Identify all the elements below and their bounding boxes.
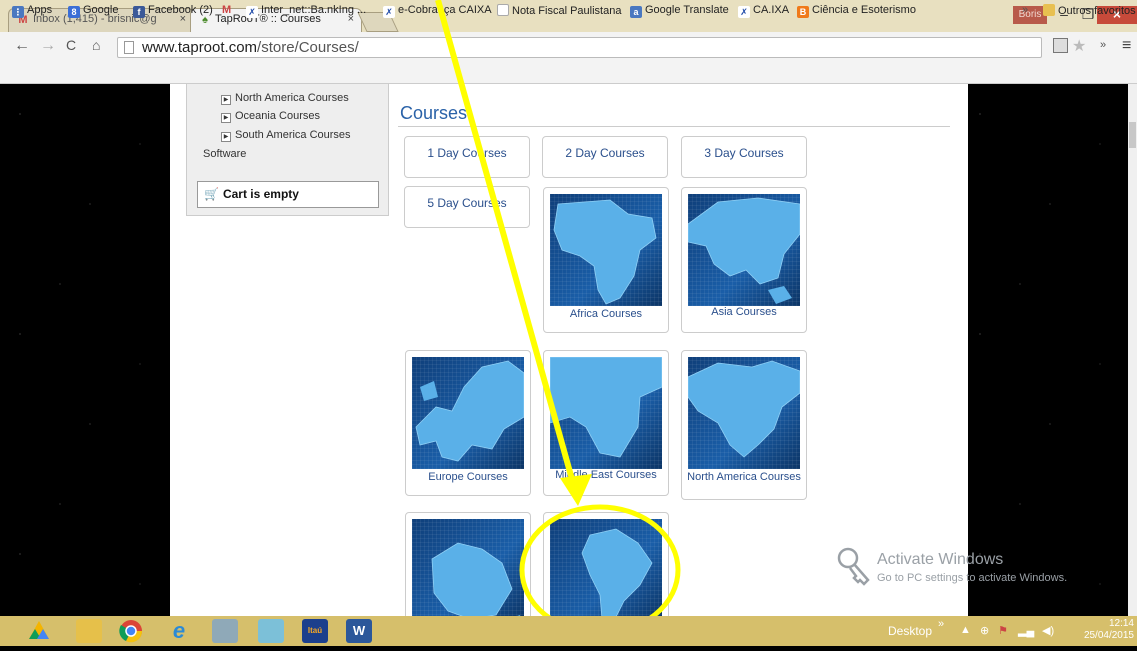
bookmark-google[interactable]: 8 Google <box>68 4 118 18</box>
desktop-toolbar-label[interactable]: Desktop <box>888 624 932 638</box>
north-america-courses-card[interactable]: North America Courses <box>681 350 807 500</box>
africa-map <box>550 194 662 306</box>
extension-icon[interactable] <box>1053 38 1068 53</box>
middle-east-map <box>550 357 662 469</box>
bookmark-apps[interactable]: ⋮ Apps <box>12 4 52 18</box>
asia-map <box>688 194 800 306</box>
three-day-courses-button[interactable]: 3 Day Courses <box>681 136 807 178</box>
bookmark-caixa[interactable]: ✗ CA.IXA <box>738 4 789 18</box>
bookmark-gmail[interactable]: M <box>222 4 231 16</box>
one-day-courses-button[interactable]: 1 Day Courses <box>404 136 530 178</box>
activate-windows-title: Activate Windows <box>877 551 1004 568</box>
oceania-map <box>412 519 524 619</box>
bookmarks-overflow-icon[interactable]: » <box>1022 4 1028 16</box>
sidebar-item-software[interactable]: Software <box>203 148 246 160</box>
menu-icon[interactable]: ≡ <box>1122 37 1131 55</box>
cart-icon: 🛒 <box>204 187 219 201</box>
card-label: Europe Courses <box>428 471 508 483</box>
photos-icon[interactable] <box>258 619 284 643</box>
chrome-icon[interactable] <box>118 619 144 643</box>
reload-icon[interactable]: C <box>66 37 76 53</box>
cart-box[interactable]: 🛒 Cart is empty <box>197 181 379 208</box>
page-scrollbar[interactable] <box>1128 84 1137 616</box>
other-bookmarks[interactable]: Outros favoritos <box>1043 4 1136 17</box>
activate-windows-subtitle: Go to PC settings to activate Windows. <box>877 572 1068 584</box>
cart-status: Cart is empty <box>222 187 299 201</box>
blogger-icon: B <box>797 6 809 18</box>
title-divider <box>398 126 950 127</box>
gmail-icon: M <box>222 4 232 16</box>
tray-expand-icon[interactable]: ▲ <box>960 624 971 636</box>
google-icon: 8 <box>68 6 80 18</box>
expand-icon: ▶ <box>221 132 231 142</box>
caixa-icon: ✗ <box>383 6 395 18</box>
bookmark-star-icon[interactable]: ★ <box>1072 36 1086 56</box>
user-badge[interactable]: Boris <box>1013 6 1047 24</box>
south-america-map <box>550 519 662 619</box>
card-label: Middle East Courses <box>555 469 657 481</box>
tray-overflow-icon[interactable]: » <box>938 618 944 630</box>
expand-icon: ▶ <box>221 95 231 105</box>
url-text: www.taproot.com/store/Courses/ <box>142 39 359 56</box>
bookmarks-bar <box>0 62 1137 84</box>
middle-east-courses-card[interactable]: Middle East Courses <box>543 350 669 496</box>
five-day-courses-button[interactable]: 5 Day Courses <box>404 186 530 228</box>
itau-icon[interactable]: Itaú <box>302 619 328 643</box>
signal-tray-icon[interactable]: ▂▄ <box>1018 624 1034 637</box>
address-bar[interactable]: www.taproot.com/store/Courses/ <box>117 37 1042 58</box>
europe-map <box>412 357 524 469</box>
page-title: Courses <box>400 103 468 123</box>
africa-courses-card[interactable]: Africa Courses <box>543 187 669 333</box>
apps-icon: ⋮ <box>12 6 24 18</box>
asia-courses-card[interactable]: Asia Courses <box>681 187 807 333</box>
card-label: Asia Courses <box>711 306 777 318</box>
clock-date: 25/04/2015 <box>1083 630 1134 641</box>
flag-tray-icon[interactable]: ⚑ <box>998 624 1008 637</box>
sidebar-item-south-america[interactable]: ▶ South America Courses <box>221 129 351 142</box>
key-icon <box>837 547 870 586</box>
folder-icon <box>1043 4 1055 16</box>
extensions-overflow-icon[interactable]: » <box>1100 39 1106 51</box>
bookmark-facebook[interactable]: f Facebook (2) <box>133 4 213 18</box>
sidebar-item-oceania[interactable]: ▶ Oceania Courses <box>221 110 320 123</box>
volume-tray-icon[interactable]: ◀) <box>1042 624 1054 637</box>
scroll-thumb[interactable] <box>1129 122 1136 148</box>
north-america-map <box>688 357 800 469</box>
two-day-courses-button[interactable]: 2 Day Courses <box>542 136 668 178</box>
bookmark-cobranca[interactable]: ✗ e-Cobrança CAIXA <box>383 4 492 18</box>
clock-time: 12:14 <box>1108 618 1134 629</box>
bookmark-banking[interactable]: ✗ Inter_net::Ba.nkIng ... <box>246 4 366 18</box>
card-label: Africa Courses <box>569 308 643 320</box>
bookmark-translate[interactable]: a Google Translate <box>630 4 729 18</box>
network-tray-icon[interactable]: ⊕ <box>980 624 989 637</box>
oceania-courses-card[interactable] <box>405 512 531 622</box>
sidebar-item-north-america[interactable]: ▶ North America Courses <box>221 92 349 105</box>
bookmark-nota-fiscal[interactable]: Nota Fiscal Paulistana <box>497 4 621 17</box>
south-america-courses-card[interactable] <box>543 512 669 622</box>
bookmark-esoterismo[interactable]: B Ciência e Esoterismo <box>797 4 916 18</box>
word-icon[interactable]: W <box>346 619 372 643</box>
page-icon <box>124 41 134 54</box>
caixa-icon: ✗ <box>738 6 750 18</box>
translate-icon: a <box>630 6 642 18</box>
expand-icon: ▶ <box>221 113 231 123</box>
file-explorer-icon[interactable] <box>76 619 102 643</box>
page-icon <box>497 4 509 16</box>
bank-icon: ✗ <box>246 6 258 18</box>
taskbar-clock[interactable]: 12:14 25/04/2015 <box>1066 618 1134 642</box>
internet-explorer-icon[interactable]: e <box>166 619 192 643</box>
card-label: North America Courses <box>687 471 801 483</box>
facebook-icon: f <box>133 6 145 18</box>
forward-icon[interactable]: → <box>40 37 56 55</box>
home-icon[interactable]: ⌂ <box>92 37 100 53</box>
back-icon[interactable]: ← <box>14 37 30 55</box>
europe-courses-card[interactable]: Europe Courses <box>405 350 531 496</box>
google-drive-icon[interactable] <box>26 619 52 643</box>
calculator-icon[interactable] <box>212 619 238 643</box>
